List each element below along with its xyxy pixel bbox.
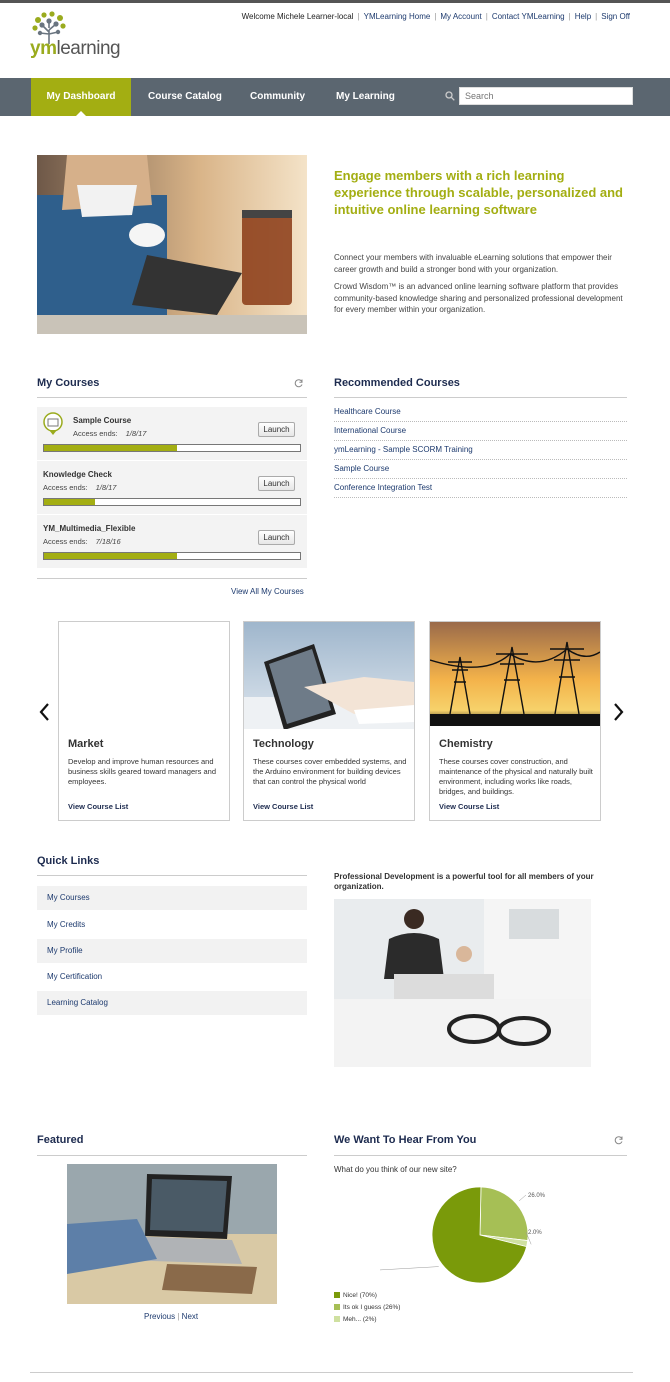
featured-pager: Previous | Next <box>144 1312 199 1321</box>
divider <box>334 397 627 398</box>
next-link[interactable]: Next <box>182 1312 198 1321</box>
course-item: YM_Multimedia_Flexible Access ends: 7/18/… <box>37 515 307 568</box>
search-icon[interactable] <box>445 91 455 101</box>
recommended-courses-title: Recommended Courses <box>334 377 460 389</box>
quick-link-learning-catalog[interactable]: Learning Catalog <box>37 991 307 1015</box>
hero-title: Engage members with a rich learning expe… <box>334 168 623 217</box>
help-link[interactable]: Help <box>575 12 591 21</box>
progress-bar <box>43 444 301 452</box>
launch-button[interactable]: Launch <box>258 422 295 437</box>
recommended-course-link[interactable]: Conference Integration Test <box>334 479 627 498</box>
logo-text[interactable]: ymlearning <box>30 38 121 60</box>
footer-divider <box>30 1372 633 1373</box>
pie-data-label: 26.0% <box>528 1193 546 1199</box>
poll-question: What do you think of our new site? <box>334 1165 457 1174</box>
progress-fill <box>44 553 178 559</box>
divider <box>37 397 307 398</box>
pie-label-line <box>380 1266 439 1271</box>
my-account-link[interactable]: My Account <box>440 12 481 21</box>
pie-data-label: 2.0% <box>528 1230 542 1236</box>
recommended-course-link[interactable]: Healthcare Course <box>334 403 627 422</box>
card-title: Chemistry <box>439 738 493 750</box>
my-courses-title: My Courses <box>37 377 100 389</box>
progress-fill <box>44 445 178 451</box>
access-ends: Access ends: 7/18/16 <box>43 537 121 546</box>
access-ends: Access ends: 1/8/17 <box>73 429 147 438</box>
launch-button[interactable]: Launch <box>258 476 295 491</box>
divider <box>334 1155 627 1156</box>
hero-paragraph-2: Crowd Wisdom™ is an advanced online lear… <box>334 282 623 314</box>
recommended-course-link[interactable]: ymLearning - Sample SCORM Training <box>334 441 627 460</box>
hero-image <box>37 155 307 334</box>
hero-paragraph-1: Connect your members with invaluable eLe… <box>334 253 612 274</box>
recommended-course-link[interactable]: Sample Course <box>334 460 627 479</box>
featured-image <box>67 1164 277 1304</box>
previous-link[interactable]: Previous <box>144 1312 175 1321</box>
divider <box>37 1155 307 1156</box>
pie-label-line <box>519 1194 527 1202</box>
course-item: Knowledge Check Access ends: 1/8/17 Launc… <box>37 461 307 514</box>
pie-slice-its-ok-i-guess[interactable] <box>479 1186 529 1242</box>
legend-item: Meh... (2%) <box>334 1316 377 1323</box>
divider <box>37 578 307 579</box>
progress-bar <box>43 498 301 506</box>
view-course-list-link[interactable]: View Course List <box>253 802 313 811</box>
card-description: These courses cover embedded systems, an… <box>253 757 407 786</box>
card-description: Develop and improve human resources and … <box>68 757 216 786</box>
course-name[interactable]: Knowledge Check <box>43 470 112 479</box>
poll-pie-chart: 26.0%2.0%70.0% <box>380 1186 546 1284</box>
category-card-chemistry[interactable]: Chemistry These courses cover constructi… <box>429 621 601 821</box>
progress-bar <box>43 552 301 560</box>
refresh-icon[interactable] <box>294 378 304 388</box>
access-ends: Access ends: 1/8/17 <box>43 483 117 492</box>
category-card-technology[interactable]: Technology These courses cover embedded … <box>243 621 415 821</box>
nav-my-dashboard[interactable]: My Dashboard <box>31 78 131 116</box>
quick-link-my-credits[interactable]: My Credits <box>37 913 307 937</box>
card-title: Technology <box>253 738 314 750</box>
course-badge-icon <box>43 412 63 435</box>
featured-title: Featured <box>37 1134 84 1146</box>
sign-off-link[interactable]: Sign Off <box>601 12 630 21</box>
view-course-list-link[interactable]: View Course List <box>439 802 499 811</box>
contact-link[interactable]: Contact YMLearning <box>492 12 565 21</box>
chemistry-image <box>430 622 600 726</box>
quick-link-my-certification[interactable]: My Certification <box>37 965 307 989</box>
course-name[interactable]: YM_Multimedia_Flexible <box>43 524 135 533</box>
poll-title: We Want To Hear From You <box>334 1134 477 1146</box>
search-input[interactable] <box>459 87 633 105</box>
nav-my-learning[interactable]: My Learning <box>336 78 395 116</box>
legend-item: Nice! (70%) <box>334 1292 377 1299</box>
carousel-next-icon[interactable] <box>611 702 625 722</box>
launch-button[interactable]: Launch <box>258 530 295 545</box>
professional-development-text: Professional Development is a powerful t… <box>334 872 594 891</box>
welcome-text: Welcome Michele Learner-local <box>241 12 354 21</box>
course-item: Sample Course Access ends: 1/8/17 Launch <box>37 407 307 460</box>
view-course-list-link[interactable]: View Course List <box>68 802 128 811</box>
view-all-my-courses-link[interactable]: View All My Courses <box>231 587 304 596</box>
ymlearning-home-link[interactable]: YMLearning Home <box>364 12 431 21</box>
recommended-course-link[interactable]: International Course <box>334 422 627 441</box>
divider <box>37 875 307 876</box>
progress-fill <box>44 499 96 505</box>
quick-link-my-profile[interactable]: My Profile <box>37 939 307 963</box>
refresh-icon[interactable] <box>614 1135 624 1145</box>
top-utility-nav: Welcome Michele Learner-local | YMLearning… <box>241 12 630 21</box>
technology-image <box>244 622 414 729</box>
quick-links-title: Quick Links <box>37 855 100 867</box>
professional-development-image <box>334 899 591 1067</box>
nav-course-catalog[interactable]: Course Catalog <box>148 78 222 116</box>
carousel-prev-icon[interactable] <box>38 702 52 722</box>
card-title: Market <box>68 738 104 750</box>
legend-item: Its ok I guess (26%) <box>334 1304 400 1311</box>
card-description: These courses cover construction, and ma… <box>439 757 593 796</box>
nav-community[interactable]: Community <box>250 78 305 116</box>
course-name[interactable]: Sample Course <box>73 416 131 425</box>
quick-link-my-courses[interactable]: My Courses <box>37 886 307 910</box>
category-card-market[interactable]: Market Develop and improve human resourc… <box>58 621 230 821</box>
